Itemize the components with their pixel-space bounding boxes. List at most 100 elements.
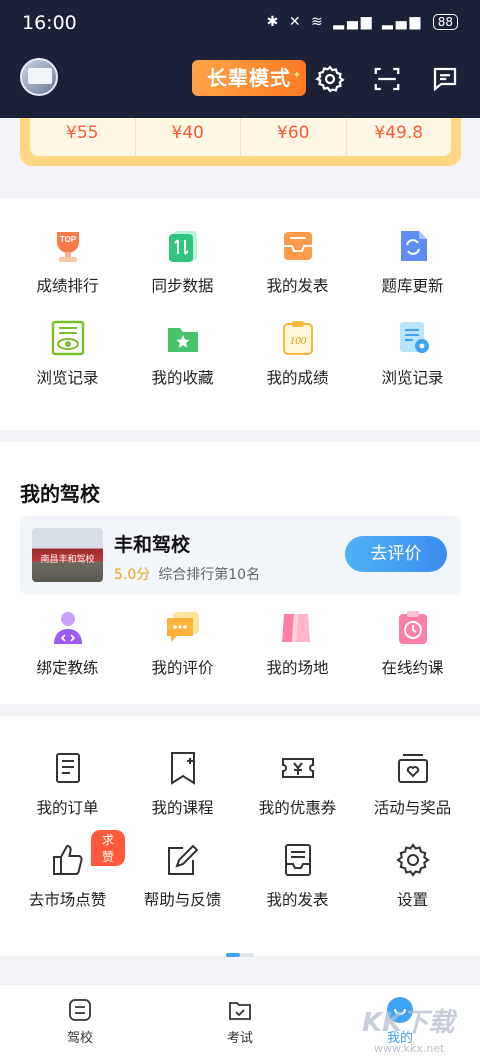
grid-item-label: 我的场地	[266, 659, 329, 677]
vip-price-card[interactable]: ¥55 ¥40 ¥60 ¥49.8	[20, 118, 461, 166]
price-item[interactable]: ¥55	[30, 118, 136, 156]
avatar[interactable]	[20, 58, 58, 96]
grid-item-my-reviews[interactable]: 我的评价	[125, 608, 240, 678]
tab-exam[interactable]: 考试	[200, 997, 280, 1046]
grid-item-settings[interactable]: 设置	[355, 840, 470, 910]
page-dot-active	[226, 953, 240, 957]
exam-tab-icon	[229, 1002, 251, 1020]
school-rank: 综合排行第10名	[158, 567, 261, 583]
section-title: 我的驾校	[20, 482, 100, 506]
school-rating: 5.0分 综合排行第10名	[114, 564, 260, 584]
watermark-logo: KK下载	[362, 1008, 455, 1038]
services-section: 我的订单 我的课程 我的优惠券 活动与奖品 求赞 去市场点赞 帮助与反馈 我的发…	[0, 716, 480, 957]
tools-section: TOP 成绩排行 同步数据 我的发表 题库更新 浏览记录 我的收藏 100 我的…	[0, 198, 480, 430]
grid-item-my-posts[interactable]: 我的发表	[240, 226, 355, 296]
grid-item-label: 我的发表	[266, 277, 329, 295]
grid-item-my-orders[interactable]: 我的订单	[10, 748, 125, 818]
grid-item-my-publish[interactable]: 我的发表	[240, 840, 355, 910]
grid-item-label: 我的订单	[36, 799, 99, 817]
tools-grid: TOP 成绩排行 同步数据 我的发表 题库更新 浏览记录 我的收藏 100 我的…	[0, 198, 480, 388]
settings-gear-icon[interactable]	[315, 64, 345, 94]
eye-doc-icon	[51, 320, 84, 356]
grid-item-label: 浏览记录	[36, 369, 99, 387]
watermark-url: www.kkx.net	[374, 1042, 445, 1055]
grid-item-browse-history[interactable]: 浏览记录	[10, 318, 125, 388]
grid-item-activities-prizes[interactable]: 活动与奖品	[355, 748, 470, 818]
course-icon	[170, 752, 195, 785]
driving-school-section: 我的驾校 南昌丰和驾校 丰和驾校 5.0分 综合排行第10名 去评价 绑定教练 我…	[0, 442, 480, 704]
grid-item-my-favorites[interactable]: 我的收藏	[125, 318, 240, 388]
grid-item-rate-in-market[interactable]: 求赞 去市场点赞	[10, 830, 125, 910]
score-board-icon: 100	[282, 321, 313, 355]
grid-item-label: 同步数据	[151, 277, 214, 295]
price-item[interactable]: ¥49.8	[347, 118, 452, 156]
profile-header: 长辈模式 ✦	[0, 48, 480, 118]
grid-item-online-booking[interactable]: 在线约课	[355, 608, 470, 678]
services-grid: 我的订单 我的课程 我的优惠券 活动与奖品 求赞 去市场点赞 帮助与反馈 我的发…	[0, 716, 480, 910]
school-card[interactable]: 南昌丰和驾校 丰和驾校 5.0分 综合排行第10名 去评价	[20, 516, 461, 595]
school-grid: 绑定教练 我的评价 我的场地 在线约课	[10, 608, 470, 678]
grid-item-my-field[interactable]: 我的场地	[240, 608, 355, 678]
grid-item-label: 去市场点赞	[28, 891, 107, 909]
grid-item-my-coupons[interactable]: 我的优惠券	[240, 748, 355, 818]
grid-item-score-ranking[interactable]: TOP 成绩排行	[10, 226, 125, 296]
request-like-badge: 求赞	[91, 830, 125, 866]
grid-item-label: 浏览记录	[381, 369, 444, 387]
grid-item-label: 我的发表	[266, 891, 329, 909]
status-time: 16:00	[22, 12, 77, 34]
svg-text:TOP: TOP	[59, 235, 76, 244]
order-icon	[55, 753, 80, 783]
elder-mode-label: 长辈模式	[207, 66, 291, 90]
school-name: 丰和驾校	[114, 534, 191, 556]
status-bar: 16:00 ✱ ✕ ≋ ▂▄▆ ▂▄▆ 88	[0, 0, 480, 48]
sync-data-icon	[168, 231, 197, 262]
gift-icon	[397, 754, 428, 783]
grid-item-label: 题库更新	[381, 277, 444, 295]
price-row: ¥55 ¥40 ¥60 ¥49.8	[30, 118, 451, 156]
grid-item-label: 我的课程	[151, 799, 214, 817]
grid-item-label: 帮助与反馈	[143, 891, 222, 909]
status-icons: ✱ ✕ ≋ ▂▄▆ ▂▄▆ 88	[267, 14, 458, 30]
tab-label: 驾校	[66, 1031, 93, 1046]
grid-item-label: 活动与奖品	[373, 799, 452, 817]
view-record-icon	[399, 322, 429, 353]
grid-item-my-courses[interactable]: 我的课程	[125, 748, 240, 818]
feedback-icon	[167, 844, 198, 875]
review-button[interactable]: 去评价	[345, 536, 447, 572]
clock-book-icon	[398, 611, 427, 644]
school-tab-icon	[69, 999, 91, 1021]
svg-text:100: 100	[289, 335, 306, 347]
battery-indicator: 88	[432, 14, 458, 30]
tab-driving-school[interactable]: 驾校	[40, 997, 120, 1046]
price-item[interactable]: ¥60	[241, 118, 347, 156]
scan-icon[interactable]	[372, 64, 402, 94]
grid-item-label: 绑定教练	[36, 659, 99, 677]
page-dot	[240, 953, 254, 957]
price-item[interactable]: ¥40	[136, 118, 241, 156]
trophy-icon: TOP	[56, 232, 79, 262]
grid-item-help-feedback[interactable]: 帮助与反馈	[125, 840, 240, 910]
grid-item-view-record[interactable]: 浏览记录	[355, 318, 470, 388]
grid-item-bind-coach[interactable]: 绑定教练	[10, 608, 125, 678]
elder-mode-button[interactable]: 长辈模式 ✦	[192, 60, 306, 96]
page-indicator	[226, 953, 254, 957]
school-photo-sign: 南昌丰和驾校	[40, 555, 95, 565]
grid-item-label: 在线约课	[381, 659, 444, 677]
refresh-doc-icon	[400, 231, 427, 261]
message-icon[interactable]	[430, 64, 460, 94]
sparkle-icon: ✦	[292, 70, 302, 81]
grid-item-my-scores[interactable]: 100 我的成绩	[240, 318, 355, 388]
grid-item-question-bank-update[interactable]: 题库更新	[355, 226, 470, 296]
school-photo: 南昌丰和驾校	[32, 528, 103, 582]
thumb-up-icon	[52, 844, 83, 875]
grid-item-label: 成绩排行	[36, 277, 99, 295]
settings-icon	[395, 843, 430, 877]
inbox-icon	[283, 232, 312, 260]
grid-item-sync-data[interactable]: 同步数据	[125, 226, 240, 296]
grid-item-label: 我的收藏	[151, 369, 214, 387]
grid-item-label: 我的成绩	[266, 369, 329, 387]
school-score: 5.0分	[114, 567, 151, 583]
grid-item-label: 我的评价	[151, 659, 214, 677]
coupon-icon	[281, 758, 314, 778]
field-icon	[281, 614, 310, 642]
